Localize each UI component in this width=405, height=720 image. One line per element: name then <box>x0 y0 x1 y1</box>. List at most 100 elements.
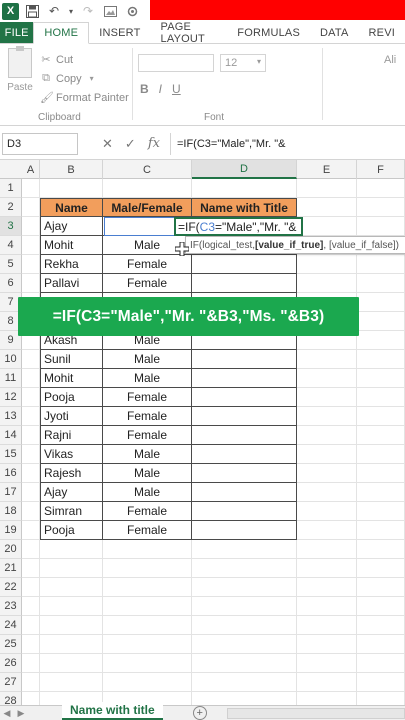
grid-cell[interactable] <box>357 198 405 217</box>
active-cell-editor[interactable]: =IF(C3 ="Male","Mr. "& <box>174 217 303 236</box>
grid-cell[interactable] <box>357 597 405 616</box>
gender-cell[interactable]: Female <box>103 388 192 407</box>
row-header-15[interactable]: 15 <box>0 445 22 464</box>
name-with-title-cell[interactable] <box>192 388 297 407</box>
row-header-1[interactable]: 1 <box>0 179 22 198</box>
grid-cell[interactable] <box>22 369 40 388</box>
row-header-6[interactable]: 6 <box>0 274 22 293</box>
grid-cell[interactable] <box>357 540 405 559</box>
row-header-4[interactable]: 4 <box>0 236 22 255</box>
grid-cell[interactable] <box>297 654 357 673</box>
sheet-tab-name-with-title[interactable]: Name with title <box>62 702 163 720</box>
grid-cell[interactable] <box>40 616 103 635</box>
name-with-title-cell[interactable] <box>192 350 297 369</box>
paste-button[interactable]: Paste <box>4 46 36 93</box>
tab-review[interactable]: REVI <box>359 22 405 43</box>
cancel-icon[interactable]: ✕ <box>102 136 113 152</box>
row-header-17[interactable]: 17 <box>0 483 22 502</box>
table-header-cell[interactable]: Name with Title <box>192 198 297 217</box>
grid-cell[interactable] <box>297 198 357 217</box>
column-header-e[interactable]: E <box>297 160 357 179</box>
grid-cell[interactable] <box>357 369 405 388</box>
grid-cell[interactable] <box>357 654 405 673</box>
grid-cell[interactable] <box>192 635 297 654</box>
grid-cell[interactable] <box>357 578 405 597</box>
grid-cell[interactable] <box>297 464 357 483</box>
font-size-select[interactable]: 12 ▾ <box>220 54 266 72</box>
row-header-11[interactable]: 11 <box>0 369 22 388</box>
grid-cell[interactable] <box>297 217 357 236</box>
tab-file[interactable]: FILE <box>0 22 34 43</box>
name-with-title-cell[interactable] <box>192 483 297 502</box>
grid-cell[interactable] <box>40 597 103 616</box>
grid-cell[interactable] <box>103 654 192 673</box>
grid-cell[interactable] <box>22 388 40 407</box>
grid-cell[interactable] <box>40 540 103 559</box>
grid-cell[interactable] <box>297 445 357 464</box>
copy-button[interactable]: ⧉ Copy ▾ <box>40 69 129 88</box>
row-header-28[interactable]: 28 <box>0 692 22 705</box>
grid-cell[interactable] <box>40 179 103 198</box>
grid-cell[interactable] <box>22 559 40 578</box>
grid-cell[interactable] <box>357 673 405 692</box>
grid-cell[interactable] <box>297 255 357 274</box>
grid-cell[interactable] <box>297 350 357 369</box>
grid-cell[interactable] <box>22 464 40 483</box>
grid-cell[interactable] <box>40 654 103 673</box>
gender-cell[interactable]: Male <box>103 464 192 483</box>
row-header-16[interactable]: 16 <box>0 464 22 483</box>
grid-cell[interactable] <box>297 540 357 559</box>
gender-cell[interactable]: Female <box>103 426 192 445</box>
grid-cell[interactable] <box>192 616 297 635</box>
name-cell[interactable]: Rajesh <box>40 464 103 483</box>
grid-cell[interactable] <box>297 578 357 597</box>
grid-cell[interactable] <box>192 654 297 673</box>
grid-cell[interactable] <box>357 293 405 312</box>
column-header-a[interactable]: A <box>22 160 40 179</box>
undo-dropdown-icon[interactable]: ▾ <box>67 2 75 20</box>
row-header-21[interactable]: 21 <box>0 559 22 578</box>
grid-cell[interactable] <box>22 426 40 445</box>
grid-cell[interactable] <box>40 578 103 597</box>
name-cell[interactable]: Simran <box>40 502 103 521</box>
prev-sheet-icon[interactable]: ◀ <box>0 708 14 719</box>
tab-formulas[interactable]: FORMULAS <box>227 22 310 43</box>
table-header-cell[interactable]: Male/Female <box>103 198 192 217</box>
add-sheet-button[interactable]: + <box>192 706 207 720</box>
name-cell[interactable]: Ajay <box>40 483 103 502</box>
format-painter-button[interactable]: 🖌 Format Painter <box>40 88 129 107</box>
grid-cell[interactable] <box>103 635 192 654</box>
grid-cell[interactable] <box>22 692 40 705</box>
grid-cell[interactable] <box>22 445 40 464</box>
name-cell[interactable]: Jyoti <box>40 407 103 426</box>
row-header-18[interactable]: 18 <box>0 502 22 521</box>
row-header-26[interactable]: 26 <box>0 654 22 673</box>
redo-icon[interactable]: ↷ <box>79 2 97 20</box>
grid-cell[interactable] <box>40 559 103 578</box>
grid-cell[interactable] <box>22 597 40 616</box>
grid-cell[interactable] <box>357 217 405 236</box>
row-header-12[interactable]: 12 <box>0 388 22 407</box>
grid-cell[interactable] <box>357 616 405 635</box>
grid-cell[interactable] <box>357 464 405 483</box>
tab-home[interactable]: HOME <box>33 22 90 44</box>
column-header-d[interactable]: D <box>192 160 297 179</box>
name-cell[interactable]: Mohit <box>40 236 103 255</box>
name-with-title-cell[interactable] <box>192 445 297 464</box>
row-header-20[interactable]: 20 <box>0 540 22 559</box>
grid-cell[interactable] <box>22 236 40 255</box>
bold-button[interactable]: B <box>140 82 149 96</box>
name-cell[interactable]: Sunil <box>40 350 103 369</box>
row-header-5[interactable]: 5 <box>0 255 22 274</box>
grid-cell[interactable] <box>357 635 405 654</box>
grid-cell[interactable] <box>103 597 192 616</box>
row-header-10[interactable]: 10 <box>0 350 22 369</box>
grid-cell[interactable] <box>22 673 40 692</box>
grid-cell[interactable] <box>103 559 192 578</box>
name-cell[interactable]: Rajni <box>40 426 103 445</box>
formula-input[interactable]: =IF(C3="Male","Mr. "& <box>169 132 405 155</box>
grid-cell[interactable] <box>103 540 192 559</box>
grid-cell[interactable] <box>297 597 357 616</box>
grid-cell[interactable] <box>297 673 357 692</box>
grid-cell[interactable] <box>297 521 357 540</box>
